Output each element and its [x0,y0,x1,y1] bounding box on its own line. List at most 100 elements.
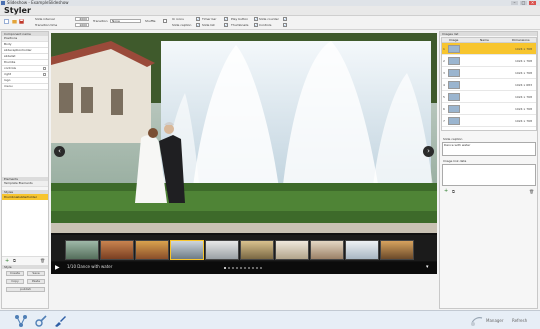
right-panel: Images list Image Name Dimensions 1 1024 … [439,31,538,309]
thumbnail-item[interactable] [240,240,274,260]
bottom-bar: Manager Refresh [0,310,540,329]
slide-caption-label: Slide caption [443,137,463,141]
new-icon[interactable] [4,19,9,24]
open-icon[interactable] [12,19,17,24]
thumbnail-item[interactable] [100,240,134,260]
image-row[interactable]: 6 1024 x 768 [442,103,536,115]
publish-button[interactable]: publish [6,287,45,292]
play-button-checkbox[interactable]: ✓ [254,17,258,21]
image-thumbnail [448,57,460,65]
page-title: Styler [4,6,31,15]
add-image-icon[interactable]: + [444,188,448,194]
position-checkbox[interactable] [43,73,46,76]
thumbnail-item[interactable] [135,240,169,260]
slide-dot[interactable] [228,267,230,269]
image-row-number: 5 [443,95,445,99]
slide-dot[interactable] [244,267,246,269]
shuffle-checkbox[interactable] [163,19,167,23]
slide-interval-label: Slide interval [35,17,55,21]
controls-checkbox[interactable]: ✓ [283,23,287,27]
position-checkbox[interactable] [43,67,46,70]
thumbnail-item[interactable] [380,240,414,260]
thumbnail-item[interactable] [205,240,239,260]
slide-caption-checkbox[interactable]: ✓ [196,23,200,27]
slide-interval-input[interactable]: 2000 [75,17,89,21]
create-button[interactable]: Create [6,271,24,276]
play-button[interactable]: ▶ [55,264,60,271]
play-button-label: Play button [231,17,249,21]
slide-dot[interactable] [240,267,242,269]
controls-bar: ▶ 1/10 Dance with water ▾ [51,262,437,274]
image-dimensions: 1024 x 768 [514,71,532,75]
slide-dot[interactable] [256,267,258,269]
app-icon [1,1,5,5]
copy-button[interactable]: Copy [6,279,24,284]
thumbnail-strip [51,235,437,261]
slide-dot[interactable] [248,267,250,269]
image-thumbnail [448,69,460,77]
ui-icons-checkbox[interactable]: ✓ [196,17,200,21]
controls-menu-button[interactable]: ▾ [426,264,429,271]
slide-list-checkbox[interactable]: ✓ [224,23,228,27]
slide-list-label: Slide list [202,23,215,27]
thumbnails-checkbox[interactable]: ✓ [254,23,258,27]
share-icon[interactable] [470,314,484,328]
images-table: Image Name Dimensions 1 1024 x 768 2 1024 x… [441,37,537,131]
slide-dot[interactable] [236,267,238,269]
brush-icon[interactable] [53,314,67,328]
image-thumbnail [448,117,460,125]
left-panel: Component name Positions Body slidecapti… [1,31,49,309]
thumbnail-item[interactable] [65,240,99,260]
thumbnail-item[interactable] [310,240,344,260]
slide-dot[interactable] [252,267,254,269]
styles-list-area [2,200,48,257]
slide-image: ‹ › [51,33,437,233]
thumbnail-item-selected[interactable] [170,240,204,260]
previous-slide-button[interactable]: ‹ [54,146,65,157]
slide-dot[interactable] [260,267,262,269]
slide-counter-label: Slide counter [259,17,279,21]
image-link-input[interactable] [442,164,536,186]
image-row[interactable]: 5 1024 x 768 [442,91,536,103]
next-slide-button[interactable]: › [423,146,434,157]
close-button[interactable]: × [529,1,536,5]
transition-time-input[interactable]: 1000 [75,23,89,27]
image-thumbnail [448,81,460,89]
thumbnail-item[interactable] [345,240,379,260]
image-link-label: Image link data [443,159,467,163]
image-row-number: 6 [443,107,445,111]
ui-icons-label: Ui icons [172,17,184,21]
slide-dot[interactable] [232,267,234,269]
add-icon[interactable]: + [5,258,9,264]
edit-image-icon[interactable]: ⧉ [452,189,455,194]
image-row[interactable]: 7 1024 x 768 [442,115,536,127]
copy-icon[interactable]: ⧉ [13,258,16,263]
image-thumbnail [448,93,460,101]
transition-select[interactable]: None [110,19,141,23]
image-row[interactable]: 3 1024 x 768 [442,67,536,79]
refresh-label[interactable]: Refresh [512,318,527,323]
timer-bar-checkbox[interactable]: ✓ [224,17,228,21]
save-icon[interactable] [19,19,24,24]
slide-caption-input[interactable]: Dance with water [442,142,536,156]
slide-counter-checkbox[interactable]: ✓ [283,17,287,21]
image-row[interactable]: 2 1024 x 768 [442,55,536,67]
image-thumbnail [448,105,460,113]
image-dimensions: 1024 x 683 [514,83,532,87]
position-item[interactable]: menu [2,84,48,90]
paste-button[interactable]: Paste [27,279,45,284]
minimize-button[interactable]: – [511,1,518,5]
structure-icon[interactable] [14,314,28,328]
image-row[interactable]: 4 1024 x 683 [442,79,536,91]
maximize-button[interactable]: □ [520,1,527,5]
image-row-selected[interactable]: 1 1024 x 768 [442,43,536,55]
options-toolbar: Slide interval 2000 Transition time 1000… [0,16,540,30]
trash-icon[interactable]: 🗑 [40,258,45,263]
delete-image-icon[interactable]: 🗑 [529,189,534,194]
manager-label[interactable]: Manager [486,318,504,323]
slide-dot-active[interactable] [224,267,226,269]
settings-icon[interactable] [34,314,48,328]
thumbnail-item[interactable] [275,240,309,260]
save-style-button[interactable]: Save [27,271,45,276]
images-list-header: Images list [440,32,537,36]
